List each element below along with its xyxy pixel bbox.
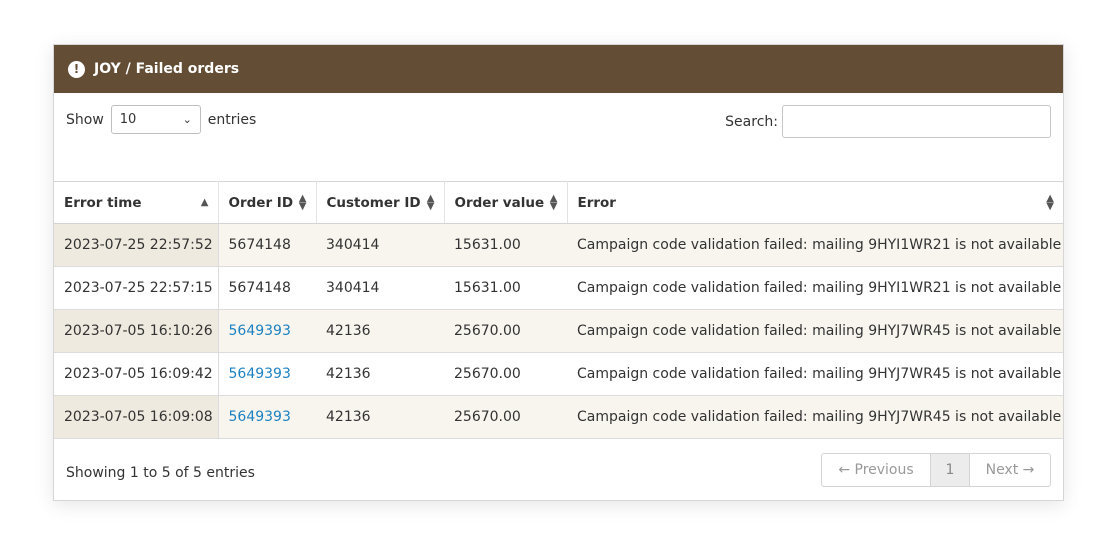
table-header-row: Error time ▲ Order ID ▲ ▼ Customer ID ▲ ▼ … (54, 181, 1063, 224)
table-row: 2023-07-05 16:09:42 5649393 42136 25670.… (54, 352, 1063, 396)
order-id-link[interactable]: 5649393 (229, 323, 291, 339)
cell-error: Campaign code validation failed: mailing… (567, 266, 1063, 310)
panel-header: ! JOY / Failed orders (54, 45, 1063, 93)
failed-orders-panel: ! JOY / Failed orders Show 10 ⌄ entries … (53, 44, 1064, 501)
cell-order-value: 25670.00 (444, 352, 567, 396)
sort-both-icon: ▲ ▼ (1046, 192, 1054, 212)
table-footer: Showing 1 to 5 of 5 entries ← Previous 1… (54, 439, 1063, 503)
failed-orders-table: Error time ▲ Order ID ▲ ▼ Customer ID ▲ ▼ … (54, 181, 1063, 439)
chevron-down-icon: ⌄ (182, 113, 192, 126)
cell-error-time: 2023-07-25 22:57:52 (54, 223, 219, 267)
exclamation-circle-icon: ! (68, 60, 85, 78)
page-size-control: Show 10 ⌄ entries (66, 105, 256, 134)
cell-customer-id: 42136 (316, 395, 444, 439)
cell-order-id: 5649393 (218, 309, 316, 353)
table-row: 2023-07-05 16:10:26 5649393 42136 25670.… (54, 309, 1063, 353)
cell-customer-id: 42136 (316, 309, 444, 353)
column-header-error-time[interactable]: Error time ▲ (54, 181, 219, 224)
search-control: Search: (725, 105, 1051, 138)
column-header-order-value[interactable]: Order value ▲ ▼ (444, 181, 568, 224)
cell-customer-id: 340414 (316, 266, 444, 310)
cell-order-id: 5674148 (218, 266, 316, 310)
column-header-customer-id[interactable]: Customer ID ▲ ▼ (316, 181, 445, 224)
sort-ascending-icon: ▲ (200, 196, 209, 208)
cell-order-id: 5649393 (218, 395, 316, 439)
next-page-button[interactable]: Next → (970, 454, 1050, 486)
table-controls: Show 10 ⌄ entries Search: (54, 93, 1063, 181)
cell-error-time: 2023-07-05 16:10:26 (54, 309, 219, 353)
cell-error-time: 2023-07-05 16:09:08 (54, 395, 219, 439)
cell-error: Campaign code validation failed: mailing… (567, 223, 1063, 267)
show-label: Show (66, 111, 104, 128)
cell-order-value: 25670.00 (444, 309, 567, 353)
page-1-button[interactable]: 1 (931, 454, 970, 486)
table-row: 2023-07-25 22:57:15 5674148 340414 15631… (54, 266, 1063, 310)
panel-title: JOY / Failed orders (94, 61, 240, 77)
search-label: Search: (725, 113, 778, 130)
cell-order-value: 15631.00 (444, 266, 567, 310)
cell-order-value: 15631.00 (444, 223, 567, 267)
column-header-order-id[interactable]: Order ID ▲ ▼ (218, 181, 317, 224)
cell-error: Campaign code validation failed: mailing… (567, 309, 1063, 353)
search-input[interactable] (782, 105, 1051, 138)
column-header-error[interactable]: Error ▲ ▼ (567, 181, 1063, 224)
cell-error-time: 2023-07-05 16:09:42 (54, 352, 219, 396)
cell-customer-id: 42136 (316, 352, 444, 396)
order-id-link[interactable]: 5649393 (229, 409, 291, 425)
pagination: ← Previous 1 Next → (821, 453, 1051, 487)
cell-order-id: 5649393 (218, 352, 316, 396)
page-size-select[interactable]: 10 ⌄ (110, 105, 201, 134)
cell-customer-id: 340414 (316, 223, 444, 267)
order-id-link[interactable]: 5649393 (229, 366, 291, 382)
page-size-value: 10 (119, 112, 137, 127)
sort-both-icon: ▲ ▼ (298, 192, 307, 212)
cell-error: Campaign code validation failed: mailing… (567, 395, 1063, 439)
entries-label: entries (207, 111, 257, 128)
table-row: 2023-07-05 16:09:08 5649393 42136 25670.… (54, 395, 1063, 439)
previous-page-button[interactable]: ← Previous (822, 454, 931, 486)
cell-order-value: 25670.00 (444, 395, 567, 439)
table-info: Showing 1 to 5 of 5 entries (66, 465, 255, 481)
cell-error-time: 2023-07-25 22:57:15 (54, 266, 219, 310)
cell-order-id: 5674148 (218, 223, 316, 267)
sort-both-icon: ▲ ▼ (549, 192, 558, 212)
sort-both-icon: ▲ ▼ (426, 192, 435, 212)
table-row: 2023-07-25 22:57:52 5674148 340414 15631… (54, 223, 1063, 267)
cell-error: Campaign code validation failed: mailing… (567, 352, 1063, 396)
